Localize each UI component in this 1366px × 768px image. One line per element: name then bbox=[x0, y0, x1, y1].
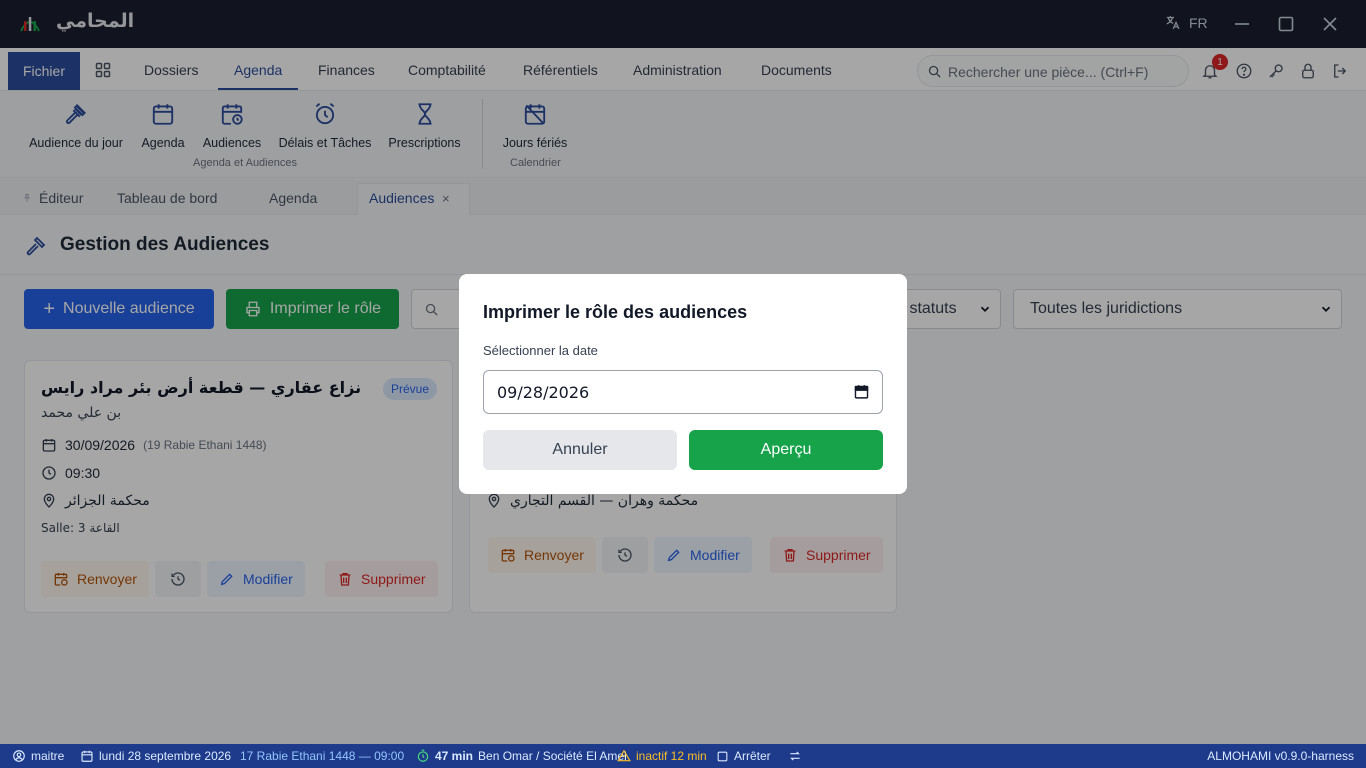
date-label: Sélectionner la date bbox=[483, 343, 598, 358]
status-stop-button[interactable]: Arrêter bbox=[716, 749, 771, 763]
cancel-button[interactable]: Annuler bbox=[483, 430, 677, 470]
status-version: ALMOHAMI v0.9.0-harness bbox=[1207, 749, 1354, 763]
user-icon bbox=[13, 750, 25, 762]
status-date: lundi 28 septembre 2026 bbox=[80, 749, 231, 763]
date-input[interactable]: 09/28/2026 bbox=[483, 370, 883, 414]
date-value: 09/28/2026 bbox=[497, 383, 590, 402]
dialog-title: Imprimer le rôle des audiences bbox=[483, 302, 748, 322]
calendar-icon bbox=[81, 750, 93, 762]
print-role-dialog: Imprimer le rôle des audiences Sélection… bbox=[459, 274, 907, 494]
status-timer[interactable]: 47 min Ben Omar / Société El Amel bbox=[416, 749, 627, 763]
stopwatch-icon bbox=[417, 749, 429, 762]
calendar-picker-icon[interactable] bbox=[853, 383, 870, 400]
preview-button[interactable]: Aperçu bbox=[689, 430, 883, 470]
status-hijri: 17 Rabie Ethani 1448 — 09:00 bbox=[240, 749, 405, 763]
status-bar: maitre lundi 28 septembre 2026 17 Rabie … bbox=[0, 744, 1366, 768]
stop-icon bbox=[717, 751, 728, 761]
warning-icon bbox=[617, 749, 631, 762]
status-inactive: inactif 12 min bbox=[617, 749, 707, 763]
sync-icon[interactable] bbox=[788, 749, 802, 763]
status-user: maitre bbox=[12, 749, 64, 763]
